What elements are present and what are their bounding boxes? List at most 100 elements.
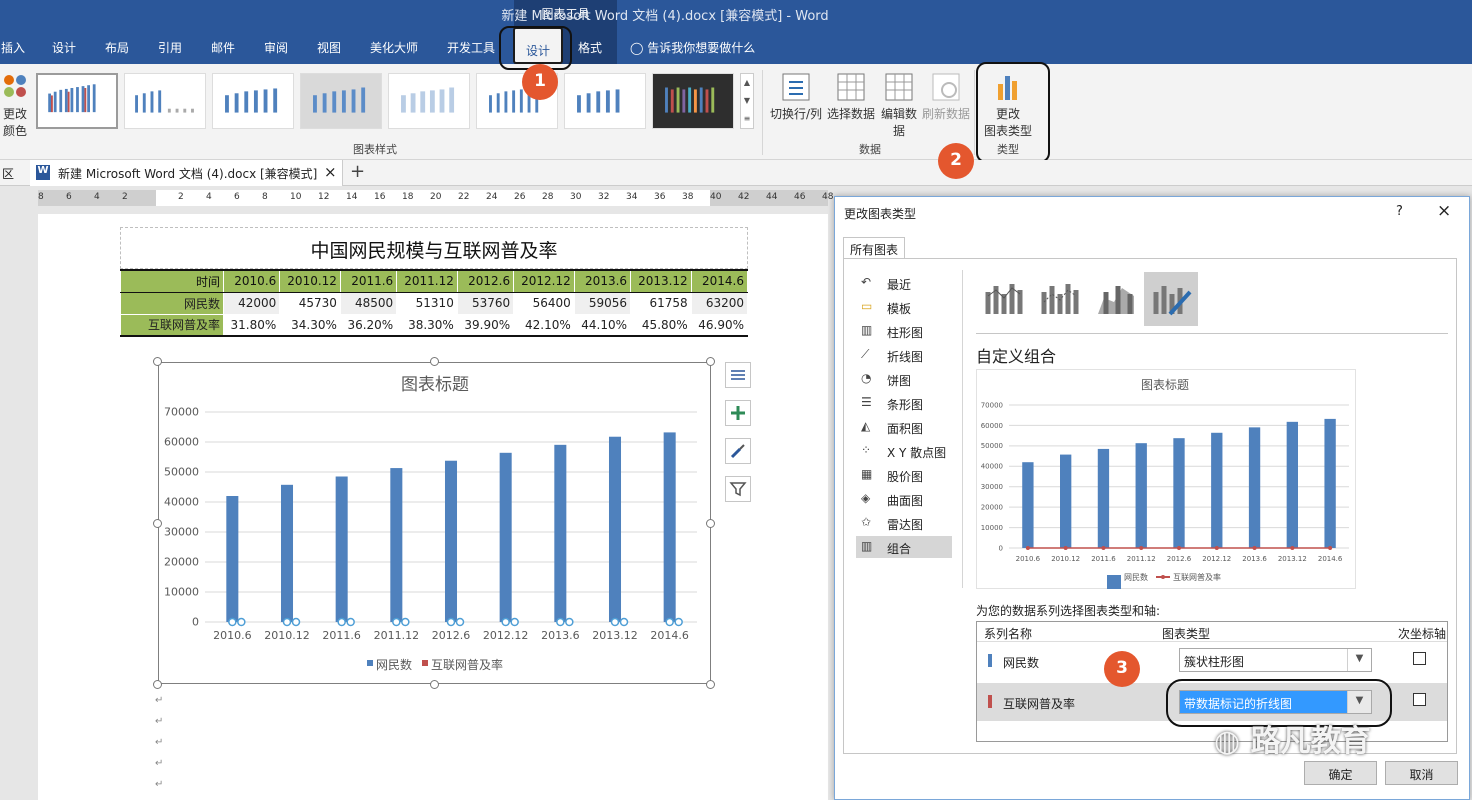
ruler-tick-label: 26 <box>514 192 526 202</box>
line-marker <box>1252 545 1257 550</box>
chart-style-7[interactable] <box>564 73 646 129</box>
chart-category-column[interactable]: ▥ 柱形图 <box>856 320 952 342</box>
selection-marker <box>392 617 401 627</box>
chart-category-surface[interactable]: ◈ 曲面图 <box>856 488 952 510</box>
change-colors-button[interactable]: 更改 颜色 <box>0 72 30 139</box>
chart-object[interactable]: 图表标题 70000 60000 50000 40000 30000 20000 10000 0… <box>158 362 711 684</box>
close-dialog-icon[interactable]: × <box>1437 201 1451 221</box>
combo-subtype-3[interactable] <box>1090 272 1144 326</box>
chart-category-label: 最近 <box>887 278 912 292</box>
chart-style-1[interactable] <box>36 73 118 129</box>
chart-category-recent[interactable]: ↶ 最近 <box>856 272 952 294</box>
resize-handle[interactable] <box>706 357 715 366</box>
chart-category-area[interactable]: ◭ 面积图 <box>856 416 952 438</box>
document-tab[interactable]: W 新建 Microsoft Word 文档 (4).docx [兼容模式] × <box>30 160 343 186</box>
tab-beautify[interactable]: 美化大师 <box>367 39 421 56</box>
style-gallery-scroll[interactable]: ▲ ▼ ≡ <box>740 73 754 129</box>
x-tick-label: 2010.12 <box>264 629 310 642</box>
chart-category-stock[interactable]: ▦ 股价图 <box>856 464 952 486</box>
selection-marker <box>565 617 574 627</box>
line-marker <box>1063 545 1068 550</box>
tab-mailings[interactable]: 邮件 <box>209 39 237 56</box>
chart-category-combo[interactable]: ▥ 组合 <box>856 536 952 558</box>
data-table[interactable]: 时间 2010.6 2010.12 2011.6 2011.12 2012.6 … <box>120 269 749 337</box>
area-chart-icon: ◭ <box>861 419 871 433</box>
chart-category-scatter[interactable]: ⁘ X Y 散点图 <box>856 440 952 462</box>
line-marker <box>1101 545 1106 550</box>
chevron-down-icon[interactable]: ▼ <box>1347 649 1371 671</box>
refresh-data-button[interactable]: 刷新数据 <box>920 72 972 122</box>
close-tab-icon[interactable]: × <box>324 163 337 181</box>
chart-style-3[interactable] <box>212 73 294 129</box>
chart-type-select[interactable]: 簇状柱形图 ▼ <box>1179 648 1372 672</box>
combo-subtype-custom[interactable] <box>1144 272 1198 326</box>
cancel-button[interactable]: 取消 <box>1385 761 1458 785</box>
edit-data-button[interactable]: 编辑数 据 <box>878 72 920 139</box>
ruler-tick-label: 30 <box>570 192 582 202</box>
tab-chart-format[interactable]: 格式 <box>576 39 604 56</box>
tab-stub: 区 <box>2 167 15 181</box>
switch-row-column-button[interactable]: 切换行/列 <box>768 72 824 122</box>
tab-layout[interactable]: 布局 <box>103 39 131 56</box>
bar <box>1022 462 1034 548</box>
selection-marker <box>455 617 465 627</box>
combo-subtype-2[interactable] <box>1034 272 1088 326</box>
secondary-axis-checkbox[interactable] <box>1413 652 1426 665</box>
table-cell: 61758 <box>630 291 692 315</box>
resize-handle[interactable] <box>153 519 162 528</box>
secondary-axis-checkbox[interactable] <box>1413 693 1426 706</box>
resize-handle[interactable] <box>706 519 715 528</box>
resize-handle[interactable] <box>153 357 162 366</box>
table-row: 互联网普及率 31.80% 34.30% 36.20% 38.30% 39.90… <box>120 313 749 337</box>
resize-handle[interactable] <box>706 680 715 689</box>
resize-handle[interactable] <box>430 357 439 366</box>
ok-button[interactable]: 确定 <box>1304 761 1377 785</box>
tab-references[interactable]: 引用 <box>156 39 184 56</box>
tell-me-box[interactable]: ◯ 告诉我你想要做什么 <box>630 39 770 56</box>
resize-handle[interactable] <box>153 680 162 689</box>
resize-handle[interactable] <box>430 680 439 689</box>
chart-filters-button[interactable] <box>725 476 751 502</box>
chart-style-2[interactable] <box>124 73 206 129</box>
tab-insert[interactable]: 插入 <box>0 39 26 56</box>
tab-view[interactable]: 视图 <box>315 39 343 56</box>
chart-category-label: 条形图 <box>887 398 924 412</box>
y-tick-label: 60000 <box>981 422 1003 430</box>
chart-styles-button[interactable] <box>725 438 751 464</box>
chart-style-4[interactable] <box>300 73 382 129</box>
table-cell: 53760 <box>456 291 515 315</box>
chart-category-line[interactable]: ⟋ 折线图 <box>856 344 952 366</box>
chart-preview: 图表标题 70000 60000 50000 40000 30000 20000 10000 0… <box>976 369 1356 589</box>
chart-category-template[interactable]: ▭ 模板 <box>856 296 952 318</box>
ruler-tick-labels: 8 6 4 2 2 4 6 8 10 12 14 16 18 20 22 24 26 28 30 32 34 36 38 40… <box>0 192 833 206</box>
ruler-tick-label: 8 <box>38 192 44 202</box>
x-tick-label: 2012.6 <box>432 629 471 642</box>
bar <box>554 444 567 622</box>
chart-category-radar[interactable]: ✩ 雷达图 <box>856 512 952 534</box>
selection-marker <box>501 617 510 627</box>
chart-style-5[interactable] <box>388 73 470 129</box>
chart-style-8[interactable] <box>652 73 734 129</box>
layout-options-button[interactable] <box>725 362 751 388</box>
watermark-text: 路凡教育 <box>1250 724 1371 759</box>
chart-category-bar[interactable]: ☰ 条形图 <box>856 392 952 414</box>
tab-developer[interactable]: 开发工具 <box>444 39 498 56</box>
x-tick-label: 2010.12 <box>1051 555 1080 563</box>
y-tick-label: 20000 <box>164 556 199 569</box>
y-tick-label: 70000 <box>164 406 199 419</box>
table-cell: 44.10% <box>573 313 632 337</box>
chart-category-label: 模板 <box>887 302 912 316</box>
add-tab-icon[interactable]: + <box>350 161 365 182</box>
select-data-button[interactable]: 选择数据 <box>826 72 876 122</box>
filter-icon <box>729 482 747 497</box>
chart-category-pie[interactable]: ◔ 饼图 <box>856 368 952 390</box>
tab-all-charts[interactable]: 所有图表 <box>843 237 905 259</box>
combo-subtype-1[interactable] <box>978 272 1032 326</box>
tab-review[interactable]: 审阅 <box>262 39 290 56</box>
bar-chart-icon: ☰ <box>861 395 872 409</box>
chart-elements-button[interactable] <box>725 400 751 426</box>
help-icon[interactable]: ? <box>1396 204 1403 219</box>
tab-design[interactable]: 设计 <box>50 39 78 56</box>
paragraph-marks: ↵ ↵ ↵ ↵ ↵ <box>155 695 164 790</box>
bar <box>444 460 458 622</box>
